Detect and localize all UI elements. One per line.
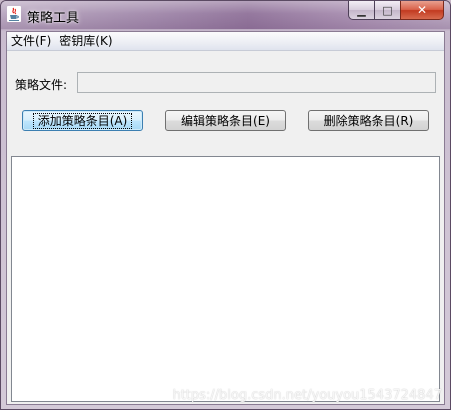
caption-buttons: ▁ □ ✕ [348, 1, 444, 21]
close-button[interactable]: ✕ [400, 1, 444, 20]
title-bar[interactable]: 策略工具 ▁ □ ✕ [1, 1, 450, 29]
java-coffee-icon [7, 6, 21, 22]
maximize-icon: □ [382, 3, 393, 17]
maximize-button[interactable]: □ [374, 1, 400, 20]
close-icon: ✕ [416, 3, 428, 17]
menu-keystore[interactable]: 密钥库(K) [55, 33, 116, 49]
policy-file-label: 策略文件: [15, 78, 68, 92]
add-policy-entry-button[interactable]: 添加策略条目(A) [22, 110, 143, 131]
edit-policy-entry-button[interactable]: 编辑策略条目(E) [165, 110, 286, 131]
menu-file[interactable]: 文件(F) [7, 33, 55, 49]
delete-policy-entry-button[interactable]: 删除策略条目(R) [308, 110, 429, 131]
minimize-icon: ▁ [357, 3, 366, 17]
menu-bar: 文件(F) 密钥库(K) [7, 32, 444, 51]
minimize-button[interactable]: ▁ [348, 1, 374, 20]
policy-tool-window: 策略工具 ▁ □ ✕ 文件(F) 密钥库(K) 策略文件: 添加策略条目(A) … [0, 0, 451, 410]
watermark-text: https://blog.csdn.net/youyou1543724847 [172, 388, 442, 403]
policy-file-field[interactable] [77, 72, 436, 93]
add-policy-entry-label: 添加策略条目(A) [32, 112, 133, 129]
window-title: 策略工具 [27, 11, 80, 26]
policy-entries-list[interactable] [11, 156, 440, 402]
client-area: 文件(F) 密钥库(K) 策略文件: 添加策略条目(A) 编辑策略条目(E) 删… [6, 31, 445, 405]
